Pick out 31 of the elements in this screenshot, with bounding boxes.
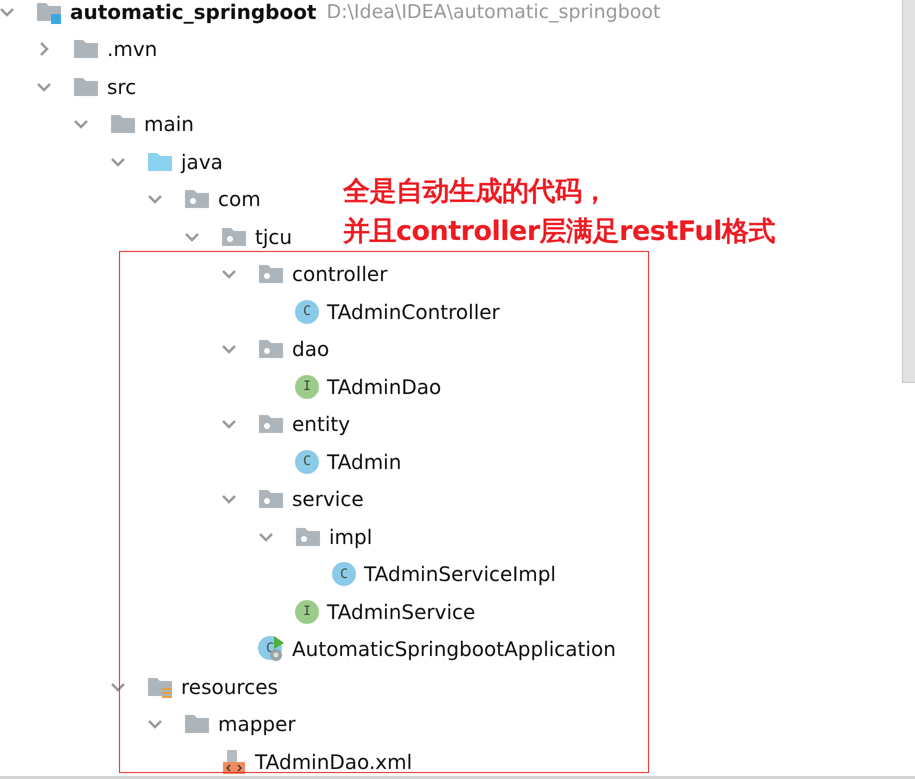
tree-item-label[interactable]: .mvn bbox=[107, 37, 158, 62]
tree-item-label[interactable]: AutomaticSpringbootApplication bbox=[292, 637, 616, 662]
tree-item-label[interactable]: impl bbox=[329, 524, 372, 549]
tree-item-label[interactable]: TAdminServiceImpl bbox=[364, 562, 556, 586]
scrollbar[interactable] bbox=[902, 0, 915, 383]
tree-item-label[interactable]: TAdmin bbox=[327, 450, 402, 474]
class-icon: C bbox=[295, 300, 319, 324]
annotation-text: 全是自动生成的代码， 并且controller层满足restFul格式 bbox=[343, 175, 775, 249]
tree-item-label[interactable]: src bbox=[107, 74, 136, 99]
tree-item-label[interactable]: dao bbox=[292, 337, 330, 362]
tree-item-label[interactable]: TAdminService bbox=[327, 600, 476, 624]
tree-item-label[interactable]: mapper bbox=[218, 712, 296, 736]
interface-icon: I bbox=[295, 374, 319, 399]
tree-item-label[interactable]: com bbox=[218, 187, 261, 212]
tree-item-label[interactable]: tjcu bbox=[255, 224, 292, 249]
tree-item-label[interactable]: resources bbox=[181, 674, 278, 699]
class-icon: C bbox=[295, 450, 319, 474]
class-icon: C bbox=[332, 562, 356, 586]
tree-item-label[interactable]: controller bbox=[292, 262, 388, 286]
tree-item-label[interactable]: TAdminDao.xml bbox=[255, 750, 412, 774]
tree-item-label[interactable]: java bbox=[181, 150, 223, 174]
tree-item-label[interactable]: entity bbox=[292, 412, 350, 436]
interface-icon: I bbox=[295, 600, 319, 624]
tree-item-label[interactable]: TAdminDao bbox=[327, 374, 442, 399]
tree-item-label[interactable]: TAdminController bbox=[327, 300, 500, 324]
xml-file-icon bbox=[221, 750, 247, 774]
project-path: D:\Idea\IDEA\automatic_springboot bbox=[326, 0, 660, 23]
tree-item-label[interactable]: main bbox=[144, 112, 194, 136]
tree-item-label[interactable]: automatic_springboot bbox=[70, 0, 316, 24]
module-folder-icon bbox=[36, 0, 62, 24]
tree-item-label[interactable]: service bbox=[292, 487, 364, 512]
